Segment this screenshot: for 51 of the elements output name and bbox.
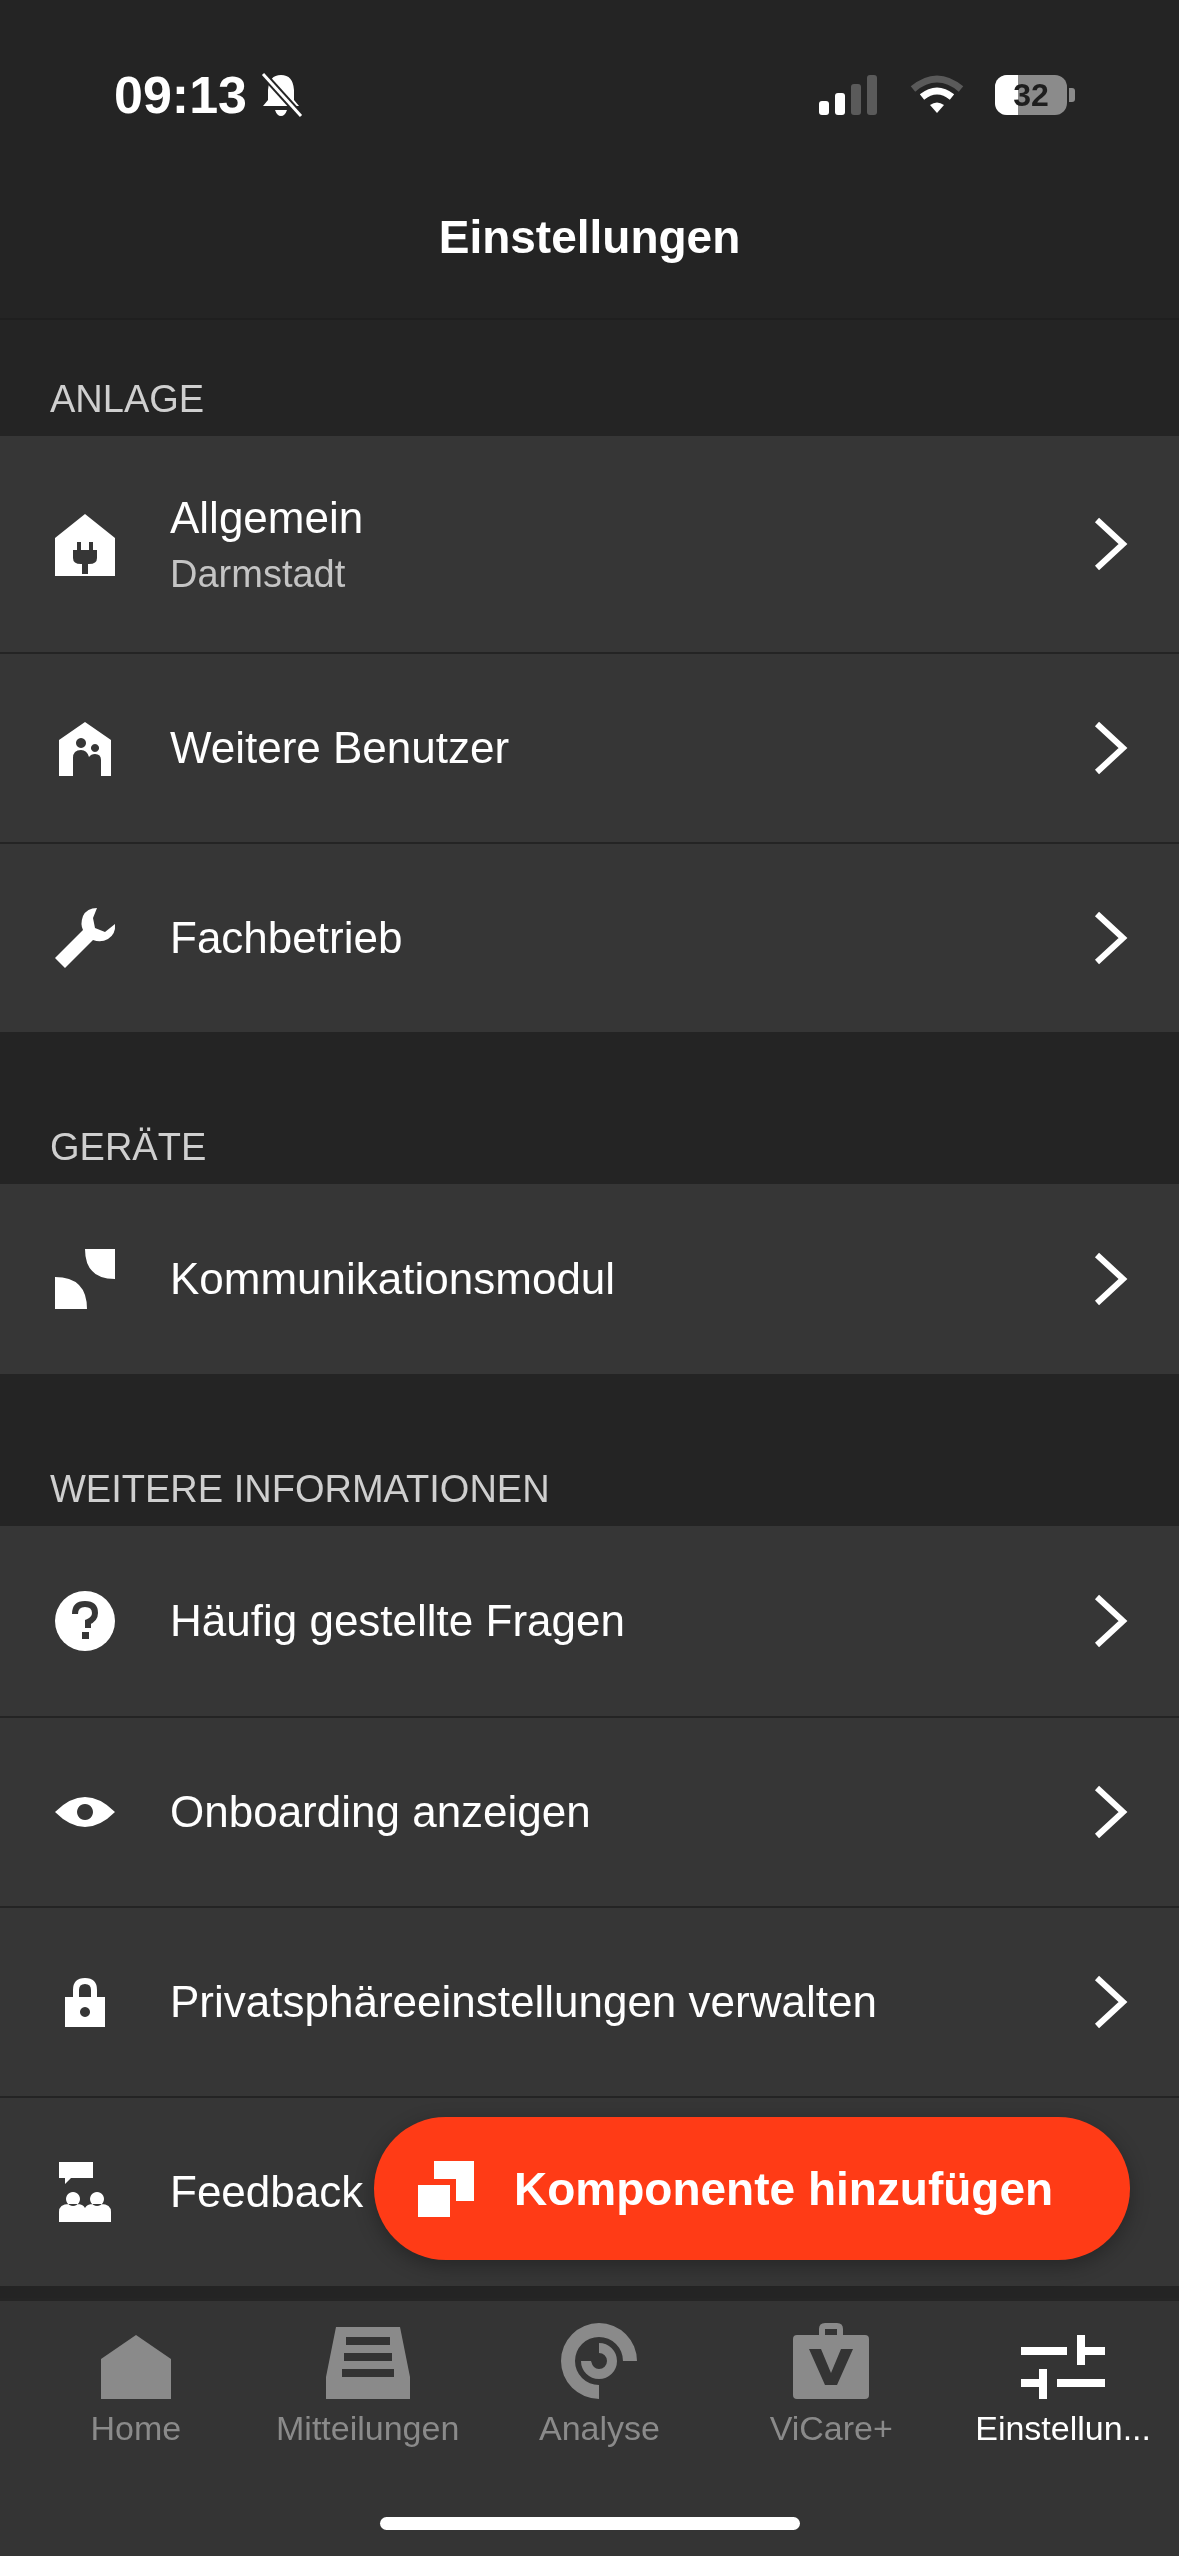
section-header: ANLAGE [50, 380, 205, 418]
settings-row[interactable]: Privatsphäreeinstellungen verwalten [0, 1906, 1179, 2096]
row-label: Kommunikationsmodul [170, 1254, 616, 1304]
chevron-right-icon [1093, 1974, 1129, 2030]
row-subtitle: Darmstadt [170, 552, 346, 596]
settings-row[interactable]: Onboarding anzeigen [0, 1716, 1179, 1906]
tab-item[interactable]: Home [20, 2323, 252, 2448]
chevron-right-icon [1093, 1593, 1129, 1649]
module-icon [55, 1249, 115, 1309]
wifi-icon [909, 75, 965, 115]
chevron-right-icon [1093, 910, 1129, 966]
help-icon [55, 1591, 115, 1651]
row-label: Weitere Benutzer [170, 723, 510, 773]
chevron-right-icon [1093, 720, 1129, 776]
lock-icon [65, 1977, 105, 2027]
row-label: Privatsphäreeinstellungen verwalten [170, 1977, 877, 2027]
settings-row[interactable]: Häufig gestellte Fragen [0, 1526, 1179, 1716]
add-component-button[interactable]: Komponente hinzufügen [374, 2117, 1130, 2260]
tab-item[interactable]: Mitteilungen [251, 2323, 484, 2448]
house-people-icon [57, 720, 113, 776]
signal-icon [819, 75, 879, 115]
house-icon [100, 2335, 171, 2399]
settings-row[interactable]: Allgemein Darmstadt [0, 436, 1179, 652]
row-label: Feedback [170, 2167, 364, 2217]
section-header: GERÄTE [50, 1128, 207, 1166]
bag-v-icon [793, 2323, 870, 2399]
settings-row[interactable]: Weitere Benutzer [0, 652, 1179, 842]
chevron-right-icon [1093, 516, 1129, 572]
chevron-right-icon [1093, 1784, 1129, 1840]
tray-icon [325, 2327, 410, 2399]
settings-row[interactable]: Kommunikationsmodul [0, 1184, 1179, 1374]
chevron-right-icon [1093, 1251, 1129, 1307]
bell-muted-icon [259, 72, 303, 118]
tab-item[interactable]: Einstellun... [947, 2323, 1179, 2448]
screen-title: Einstellungen [438, 210, 741, 264]
wrench-icon [53, 906, 117, 970]
tab-item[interactable]: ViCare+ [715, 2323, 948, 2448]
eye-icon [55, 1796, 115, 1828]
clock-time: 09:13 [114, 65, 247, 125]
house-plug-icon [53, 512, 117, 576]
swirl-icon [561, 2323, 638, 2399]
section-header: WEITERE INFORMATIONEN [50, 1470, 550, 1508]
row-label: Fachbetrieb [170, 913, 403, 963]
sliders-icon [1021, 2335, 1106, 2399]
row-label: Allgemein [170, 492, 364, 543]
squares-icon [418, 2160, 474, 2217]
row-label: Häufig gestellte Fragen [170, 1596, 625, 1646]
row-label: Onboarding anzeigen [170, 1787, 591, 1837]
settings-row[interactable]: Fachbetrieb [0, 842, 1179, 1032]
feedback-people-icon [59, 2162, 111, 2222]
tab-item[interactable]: Analyse [483, 2323, 716, 2448]
